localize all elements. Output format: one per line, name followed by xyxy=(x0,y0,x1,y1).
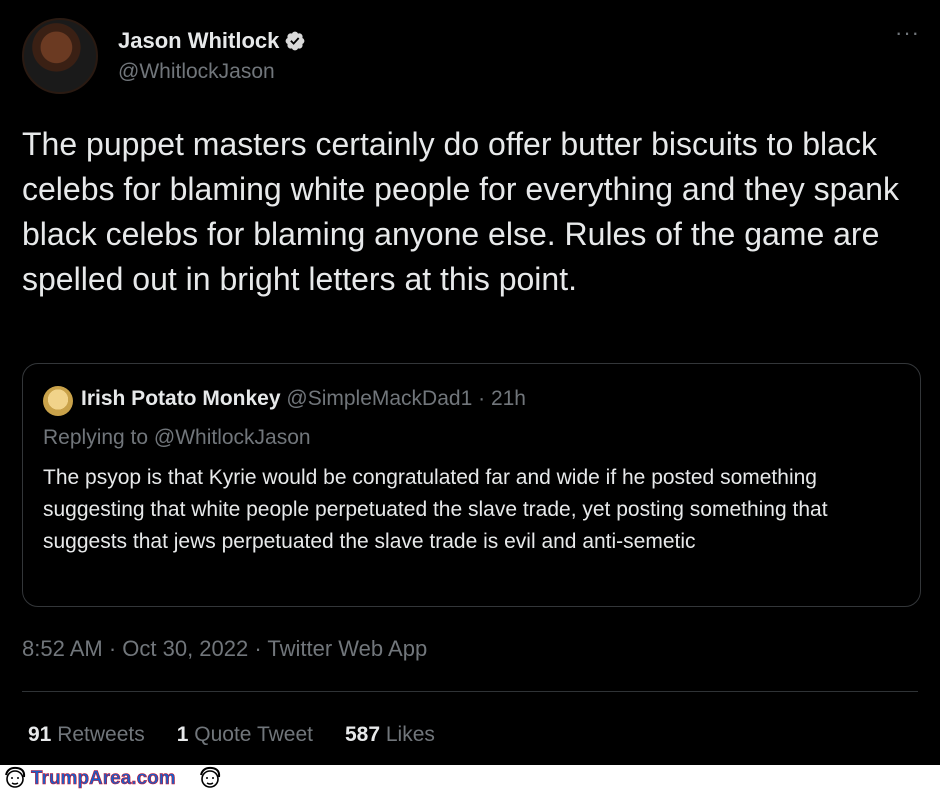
quotes-label: Quote Tweet xyxy=(194,723,313,746)
watermark-logo-text: TrumpArea.com xyxy=(31,768,176,789)
quoted-tweet[interactable]: Irish Potato Monkey @SimpleMackDad1 · 21… xyxy=(22,363,921,607)
quoted-text: The psyop is that Kyrie would be congrat… xyxy=(43,466,828,553)
trump-face-icon xyxy=(5,766,26,788)
watermark-bar: TrumpArea.com xyxy=(0,765,940,790)
quoted-author-name: Irish Potato Monkey xyxy=(81,387,281,410)
quoted-author-handle: @SimpleMackDad1 xyxy=(286,387,473,410)
divider xyxy=(22,691,918,692)
tweet-text: The puppet masters certainly do offer bu… xyxy=(22,126,899,297)
quoted-time: 21h xyxy=(490,387,526,410)
tweet-timestamp[interactable]: 8:52 AM · Oct 30, 2022 · Twitter Web App xyxy=(22,636,427,662)
author-name[interactable]: Jason Whitlock xyxy=(118,28,279,54)
watermark-logo-label: TrumpArea.com xyxy=(31,768,176,789)
engagement-stats: 91 Retweets 1 Quote Tweet 587 Likes xyxy=(28,723,435,747)
author-avatar[interactable] xyxy=(22,18,98,94)
quoted-separator: · xyxy=(472,387,491,410)
quoted-author-avatar xyxy=(43,386,73,416)
likes-label: Likes xyxy=(385,723,435,746)
likes-count: 587 xyxy=(344,723,381,746)
quoted-header: Irish Potato Monkey @SimpleMackDad1 · 21… xyxy=(81,387,526,411)
watermark-logo: TrumpArea.com xyxy=(2,766,223,789)
more-options-icon[interactable]: ··· xyxy=(895,20,920,46)
retweets-count: 91 xyxy=(28,723,52,746)
quoted-replying-to: Replying to @WhitlockJason xyxy=(43,426,311,449)
tweet-card: Jason Whitlock @WhitlockJason ··· The pu… xyxy=(0,0,940,765)
retweets-stat[interactable]: 91 Retweets xyxy=(28,723,145,747)
likes-stat[interactable]: 587 Likes xyxy=(345,723,435,747)
quotes-stat[interactable]: 1 Quote Tweet xyxy=(177,723,313,747)
trump-face-icon-right xyxy=(200,766,221,788)
retweets-label: Retweets xyxy=(57,723,145,746)
author-handle[interactable]: @WhitlockJason xyxy=(118,60,275,84)
verified-badge-icon xyxy=(285,31,305,51)
author-name-row[interactable]: Jason Whitlock xyxy=(118,28,306,54)
quotes-count: 1 xyxy=(176,723,189,746)
